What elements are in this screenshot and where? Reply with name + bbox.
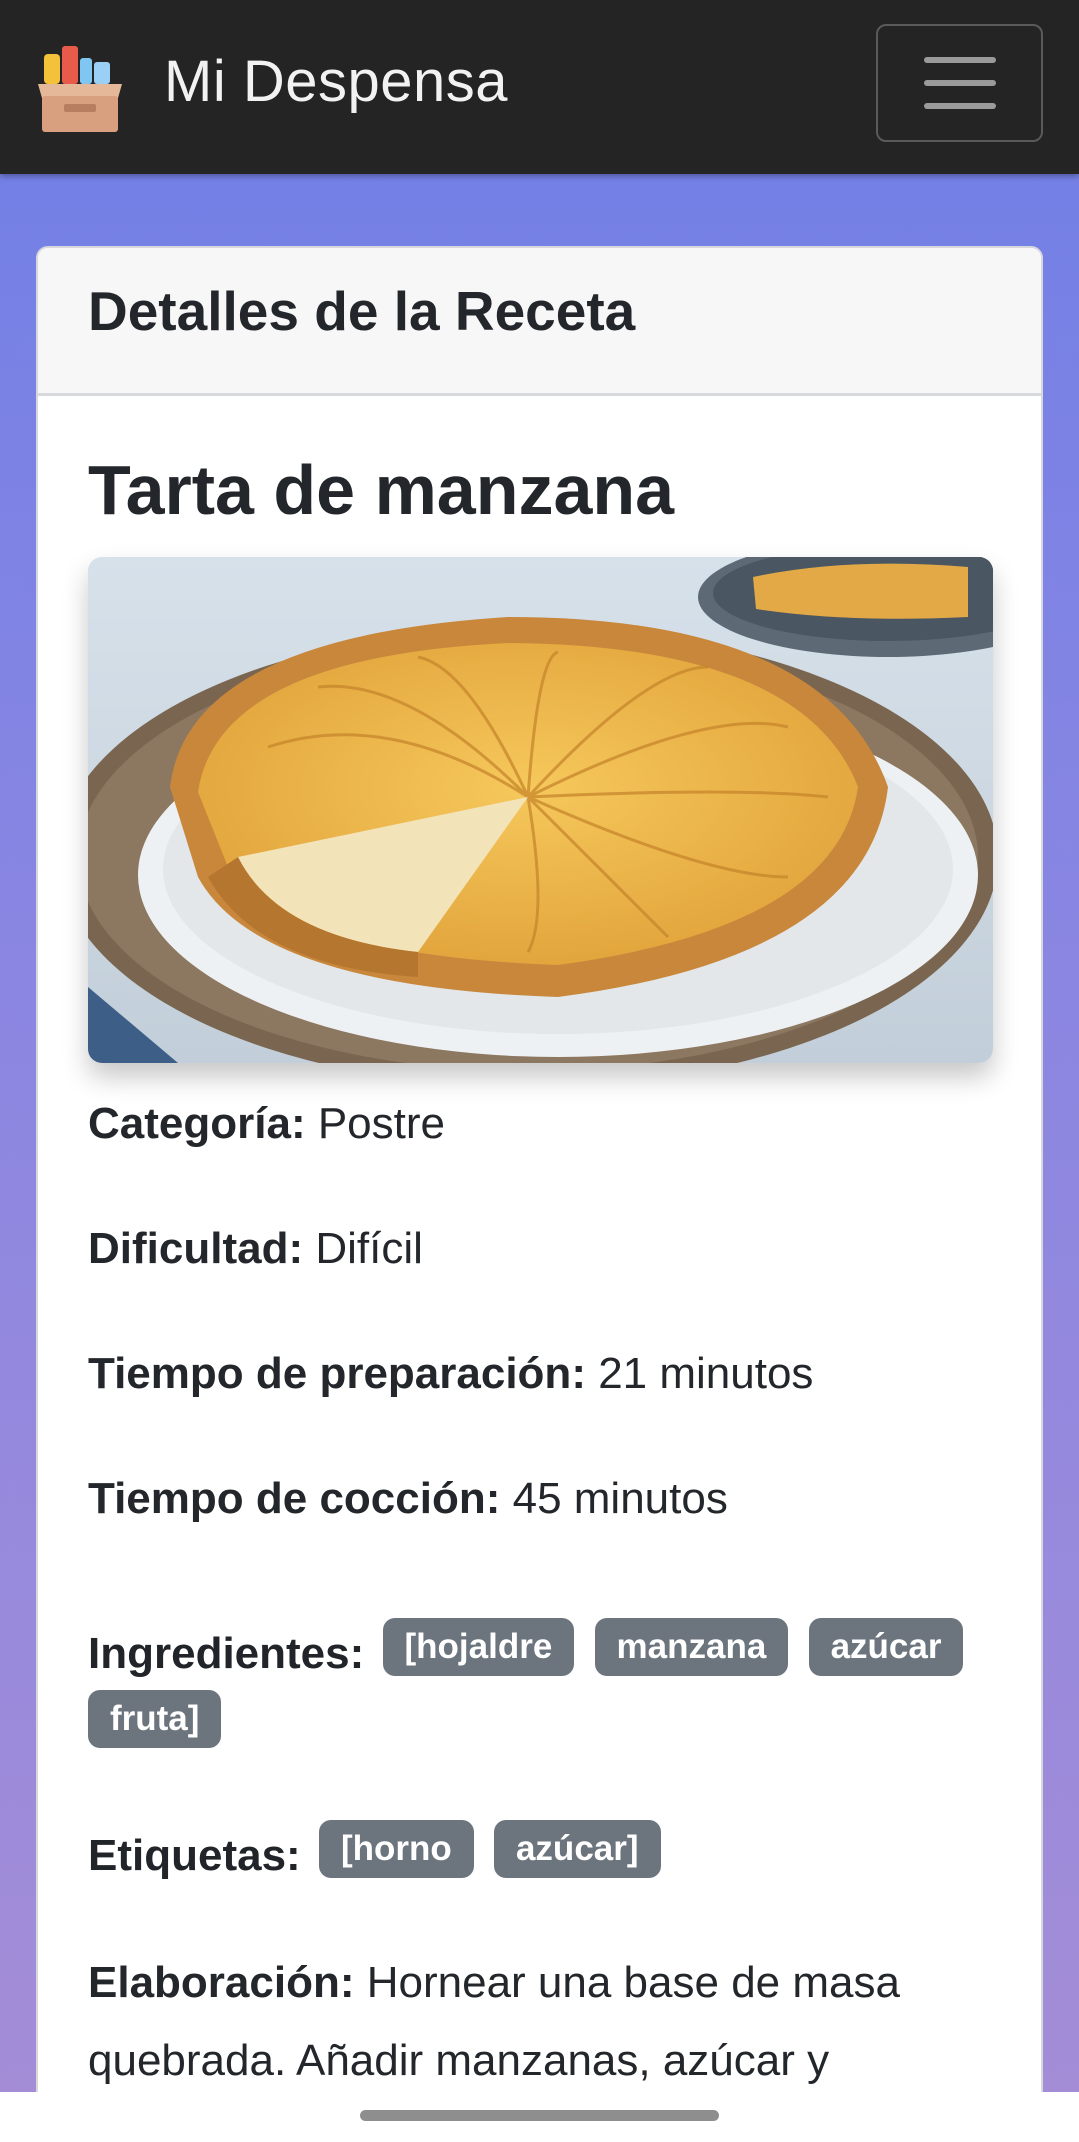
card-header: Detalles de la Receta xyxy=(38,248,1041,396)
ingredient-badge: [hojaldre xyxy=(382,1618,575,1676)
elaboration-label: Elaboración: xyxy=(88,1958,355,2007)
difficulty-value: Difícil xyxy=(315,1224,423,1273)
prep-time-label: Tiempo de preparación: xyxy=(88,1349,586,1398)
home-indicator[interactable] xyxy=(360,2110,719,2121)
ingredient-badge: azúcar xyxy=(808,1618,964,1676)
ingredient-badge: fruta] xyxy=(88,1690,222,1748)
cook-time-label: Tiempo de cocción: xyxy=(88,1474,501,1523)
hamburger-menu-button[interactable] xyxy=(876,24,1043,142)
ingredients-label: Ingredientes: xyxy=(88,1629,365,1679)
category-value: Postre xyxy=(317,1099,445,1148)
tag-badge: [horno xyxy=(318,1820,474,1878)
category-label: Categoría: xyxy=(88,1099,306,1148)
apple-tart-photo xyxy=(88,557,993,1063)
difficulty-label: Dificultad: xyxy=(88,1224,304,1273)
prep-time-line: Tiempo de preparación: 21 minutos xyxy=(88,1343,813,1405)
ingredient-badge: manzana xyxy=(594,1618,789,1676)
recipe-title: Tarta de manzana xyxy=(88,451,675,529)
tag-badge: azúcar] xyxy=(493,1820,661,1878)
prep-time-value: 21 minutos xyxy=(598,1349,814,1398)
card-header-title: Detalles de la Receta xyxy=(88,280,636,342)
ingredients-block: Ingredientes: [hojaldre manzana azúcar f… xyxy=(88,1618,993,1762)
elaboration-paragraph: Elaboración: Hornear una base de masa qu… xyxy=(88,1944,993,2100)
hamburger-menu-icon-line xyxy=(923,103,996,109)
pantry-box-icon[interactable] xyxy=(34,40,126,136)
tags-block: Etiquetas: [horno azúcar] xyxy=(88,1820,993,1892)
recipe-image xyxy=(88,557,993,1063)
category-line: Categoría: Postre xyxy=(88,1093,445,1155)
difficulty-line: Dificultad: Difícil xyxy=(88,1218,423,1280)
cook-time-value: 45 minutos xyxy=(512,1474,728,1523)
hamburger-menu-icon-line xyxy=(923,80,996,86)
hamburger-menu-icon xyxy=(923,57,996,63)
tags-label: Etiquetas: xyxy=(88,1831,301,1881)
brand-title[interactable]: Mi Despensa xyxy=(164,48,508,115)
top-navbar: Mi Despensa xyxy=(0,0,1079,174)
cook-time-line: Tiempo de cocción: 45 minutos xyxy=(88,1468,728,1530)
recipe-details-card: Detalles de la Receta Tarta de manzana C… xyxy=(36,246,1043,2142)
